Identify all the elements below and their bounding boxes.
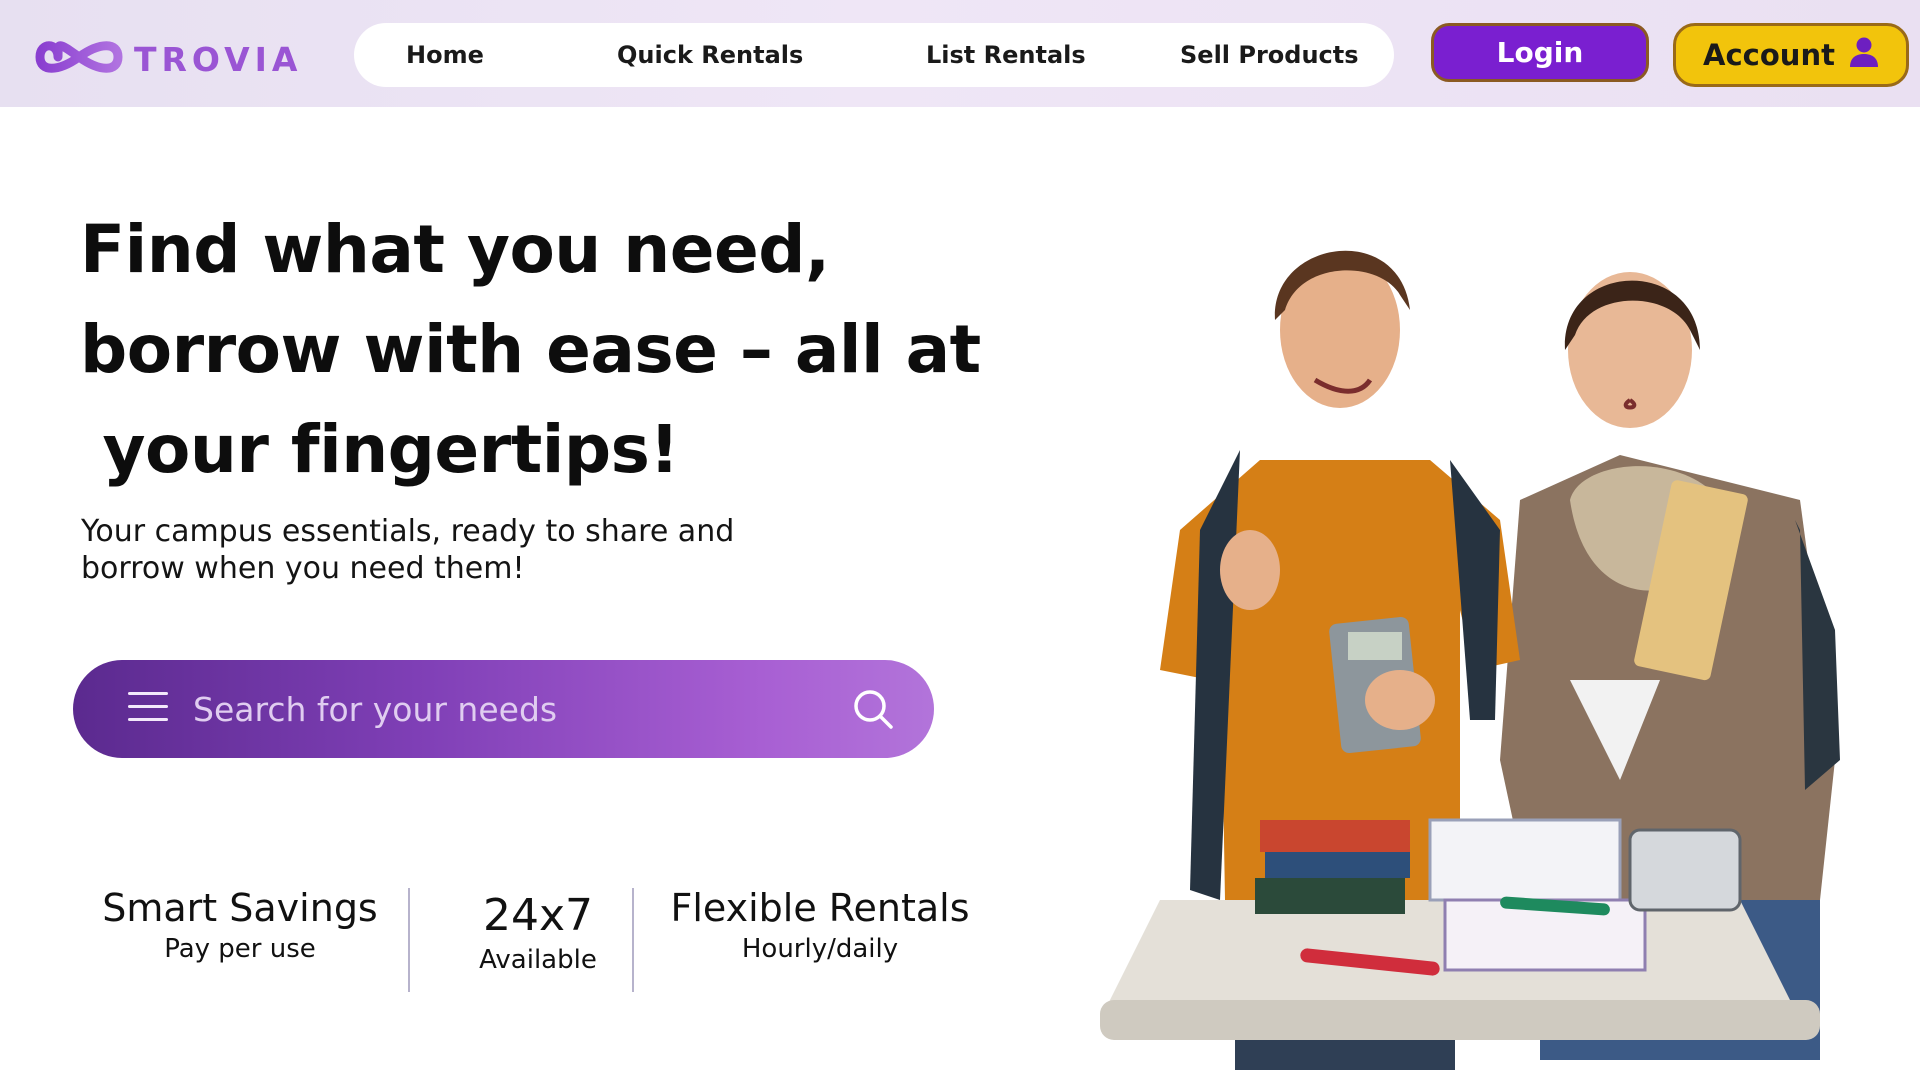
- feature-title: Flexible Rentals: [670, 886, 970, 930]
- hero-headline-line: your fingertips!: [80, 411, 680, 488]
- nav-list-rentals[interactable]: List Rentals: [926, 41, 1086, 69]
- nav-home[interactable]: Home: [406, 41, 484, 69]
- feature-flexible-rentals: Flexible Rentals Hourly/daily: [660, 886, 980, 964]
- infinity-icon: [34, 30, 124, 88]
- search-bar: [73, 660, 934, 758]
- login-label: Login: [1496, 36, 1584, 69]
- account-button[interactable]: Account: [1673, 23, 1909, 87]
- login-button[interactable]: Login: [1431, 23, 1649, 82]
- menu-icon[interactable]: [128, 692, 168, 724]
- feature-smart-savings: Smart Savings Pay per use: [80, 886, 400, 964]
- feature-subtitle: Pay per use: [164, 934, 316, 964]
- user-icon: [1849, 36, 1879, 75]
- hero-headline-line: Find what you need,: [80, 211, 830, 288]
- feature-divider: [408, 888, 410, 992]
- search-input[interactable]: [193, 682, 753, 736]
- hero-subline-line: Your campus essentials, ready to share a…: [81, 514, 735, 549]
- feature-subtitle: Available: [479, 945, 597, 975]
- feature-divider: [632, 888, 634, 992]
- feature-title: 24x7: [482, 890, 594, 941]
- hero-headline: Find what you need, borrow with ease – a…: [80, 200, 981, 500]
- brand-logo[interactable]: TROVIA: [34, 30, 302, 88]
- nav-sell-products[interactable]: Sell Products: [1180, 41, 1359, 69]
- feature-subtitle: Hourly/daily: [741, 934, 899, 964]
- nav-quick-rentals[interactable]: Quick Rentals: [617, 41, 803, 69]
- feature-availability: 24x7 Available: [438, 890, 638, 975]
- top-header: TROVIA Home Quick Rentals List Rentals S…: [0, 0, 1920, 107]
- hero-headline-line: borrow with ease – all at: [80, 311, 981, 388]
- search-icon[interactable]: [850, 686, 896, 732]
- hero-subline-line: borrow when you need them!: [81, 551, 525, 586]
- main-nav: Home Quick Rentals List Rentals Sell Pro…: [354, 23, 1394, 87]
- hero-students-image: [1100, 200, 1860, 1080]
- account-label: Account: [1703, 38, 1835, 72]
- hero-subline: Your campus essentials, ready to share a…: [81, 513, 861, 587]
- feature-title: Smart Savings: [102, 886, 378, 930]
- brand-name: TROVIA: [134, 39, 303, 79]
